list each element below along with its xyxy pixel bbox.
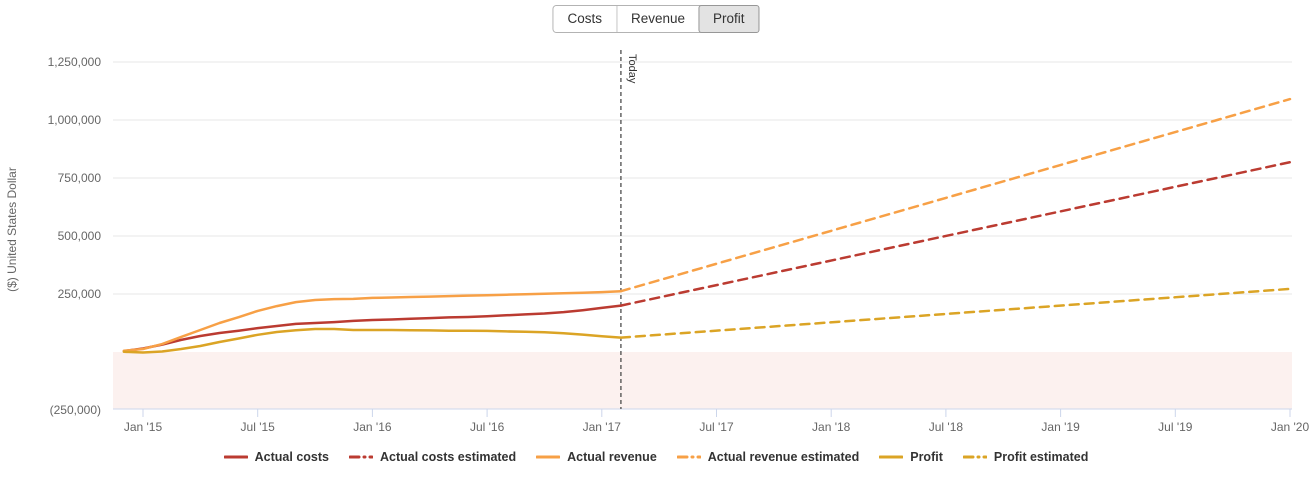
legend-item-profit-estimated[interactable]: Profit estimated — [963, 450, 1088, 464]
x-tick-label: Jul '18 — [929, 420, 964, 434]
legend-swatch-profit — [879, 453, 903, 461]
series-line-actual-revenue-estimated — [621, 99, 1290, 291]
series-line-actual-costs — [124, 306, 621, 352]
toolbar-button-profit[interactable]: Profit — [698, 5, 760, 33]
y-axis-title: ($) United States Dollar — [5, 167, 19, 292]
legend-item-actual-revenue[interactable]: Actual revenue — [536, 450, 657, 464]
legend-item-actual-costs-estimated[interactable]: Actual costs estimated — [349, 450, 516, 464]
toolbar-button-revenue[interactable]: Revenue — [616, 6, 699, 32]
legend-label: Profit estimated — [994, 450, 1088, 464]
toolbar-button-costs[interactable]: Costs — [553, 6, 616, 32]
x-tick-label: Jul '16 — [470, 420, 505, 434]
legend-label: Actual revenue estimated — [708, 450, 859, 464]
x-tick-label: Jan '15 — [124, 420, 163, 434]
y-tick-label: 250,000 — [58, 287, 102, 301]
legend-swatch-profit-estimated — [963, 453, 987, 461]
x-tick-label: Jul '19 — [1158, 420, 1193, 434]
legend-swatch-actual-costs — [224, 453, 248, 461]
chart-view-toolbar: CostsRevenueProfit — [552, 5, 759, 33]
legend-item-actual-revenue-estimated[interactable]: Actual revenue estimated — [677, 450, 859, 464]
legend-label: Actual revenue — [567, 450, 657, 464]
y-tick-label: 500,000 — [58, 229, 102, 243]
chart-legend: Actual costs Actual costs estimated Actual… — [0, 450, 1312, 464]
y-tick-label: 750,000 — [58, 171, 102, 185]
x-tick-label: Jan '18 — [812, 420, 851, 434]
x-tick-label: Jan '17 — [583, 420, 622, 434]
today-label: Today — [626, 54, 638, 84]
y-tick-label: 1,250,000 — [48, 55, 102, 69]
y-tick-label: (250,000) — [50, 403, 101, 417]
series-line-profit — [124, 329, 621, 353]
legend-swatch-actual-revenue-estimated — [677, 453, 701, 461]
series-line-profit-estimated — [621, 289, 1290, 338]
series-line-actual-costs-estimated — [621, 162, 1290, 305]
x-tick-label: Jul '15 — [241, 420, 276, 434]
legend-item-actual-costs[interactable]: Actual costs — [224, 450, 329, 464]
legend-item-profit[interactable]: Profit — [879, 450, 943, 464]
x-tick-label: Jan '16 — [353, 420, 392, 434]
legend-label: Actual costs — [255, 450, 329, 464]
legend-label: Actual costs estimated — [380, 450, 516, 464]
negative-plot-band — [113, 352, 1292, 409]
x-tick-label: Jul '17 — [699, 420, 734, 434]
legend-swatch-actual-costs-estimated — [349, 453, 373, 461]
chart-plot-area: (250,000) 250,000 500,000 750,000 1,000,000 1… — [0, 0, 1312, 478]
x-tick-label: Jan '19 — [1041, 420, 1080, 434]
y-tick-label: 1,000,000 — [48, 113, 102, 127]
legend-swatch-actual-revenue — [536, 453, 560, 461]
x-tick-label: Jan '20 — [1271, 420, 1310, 434]
legend-label: Profit — [910, 450, 943, 464]
